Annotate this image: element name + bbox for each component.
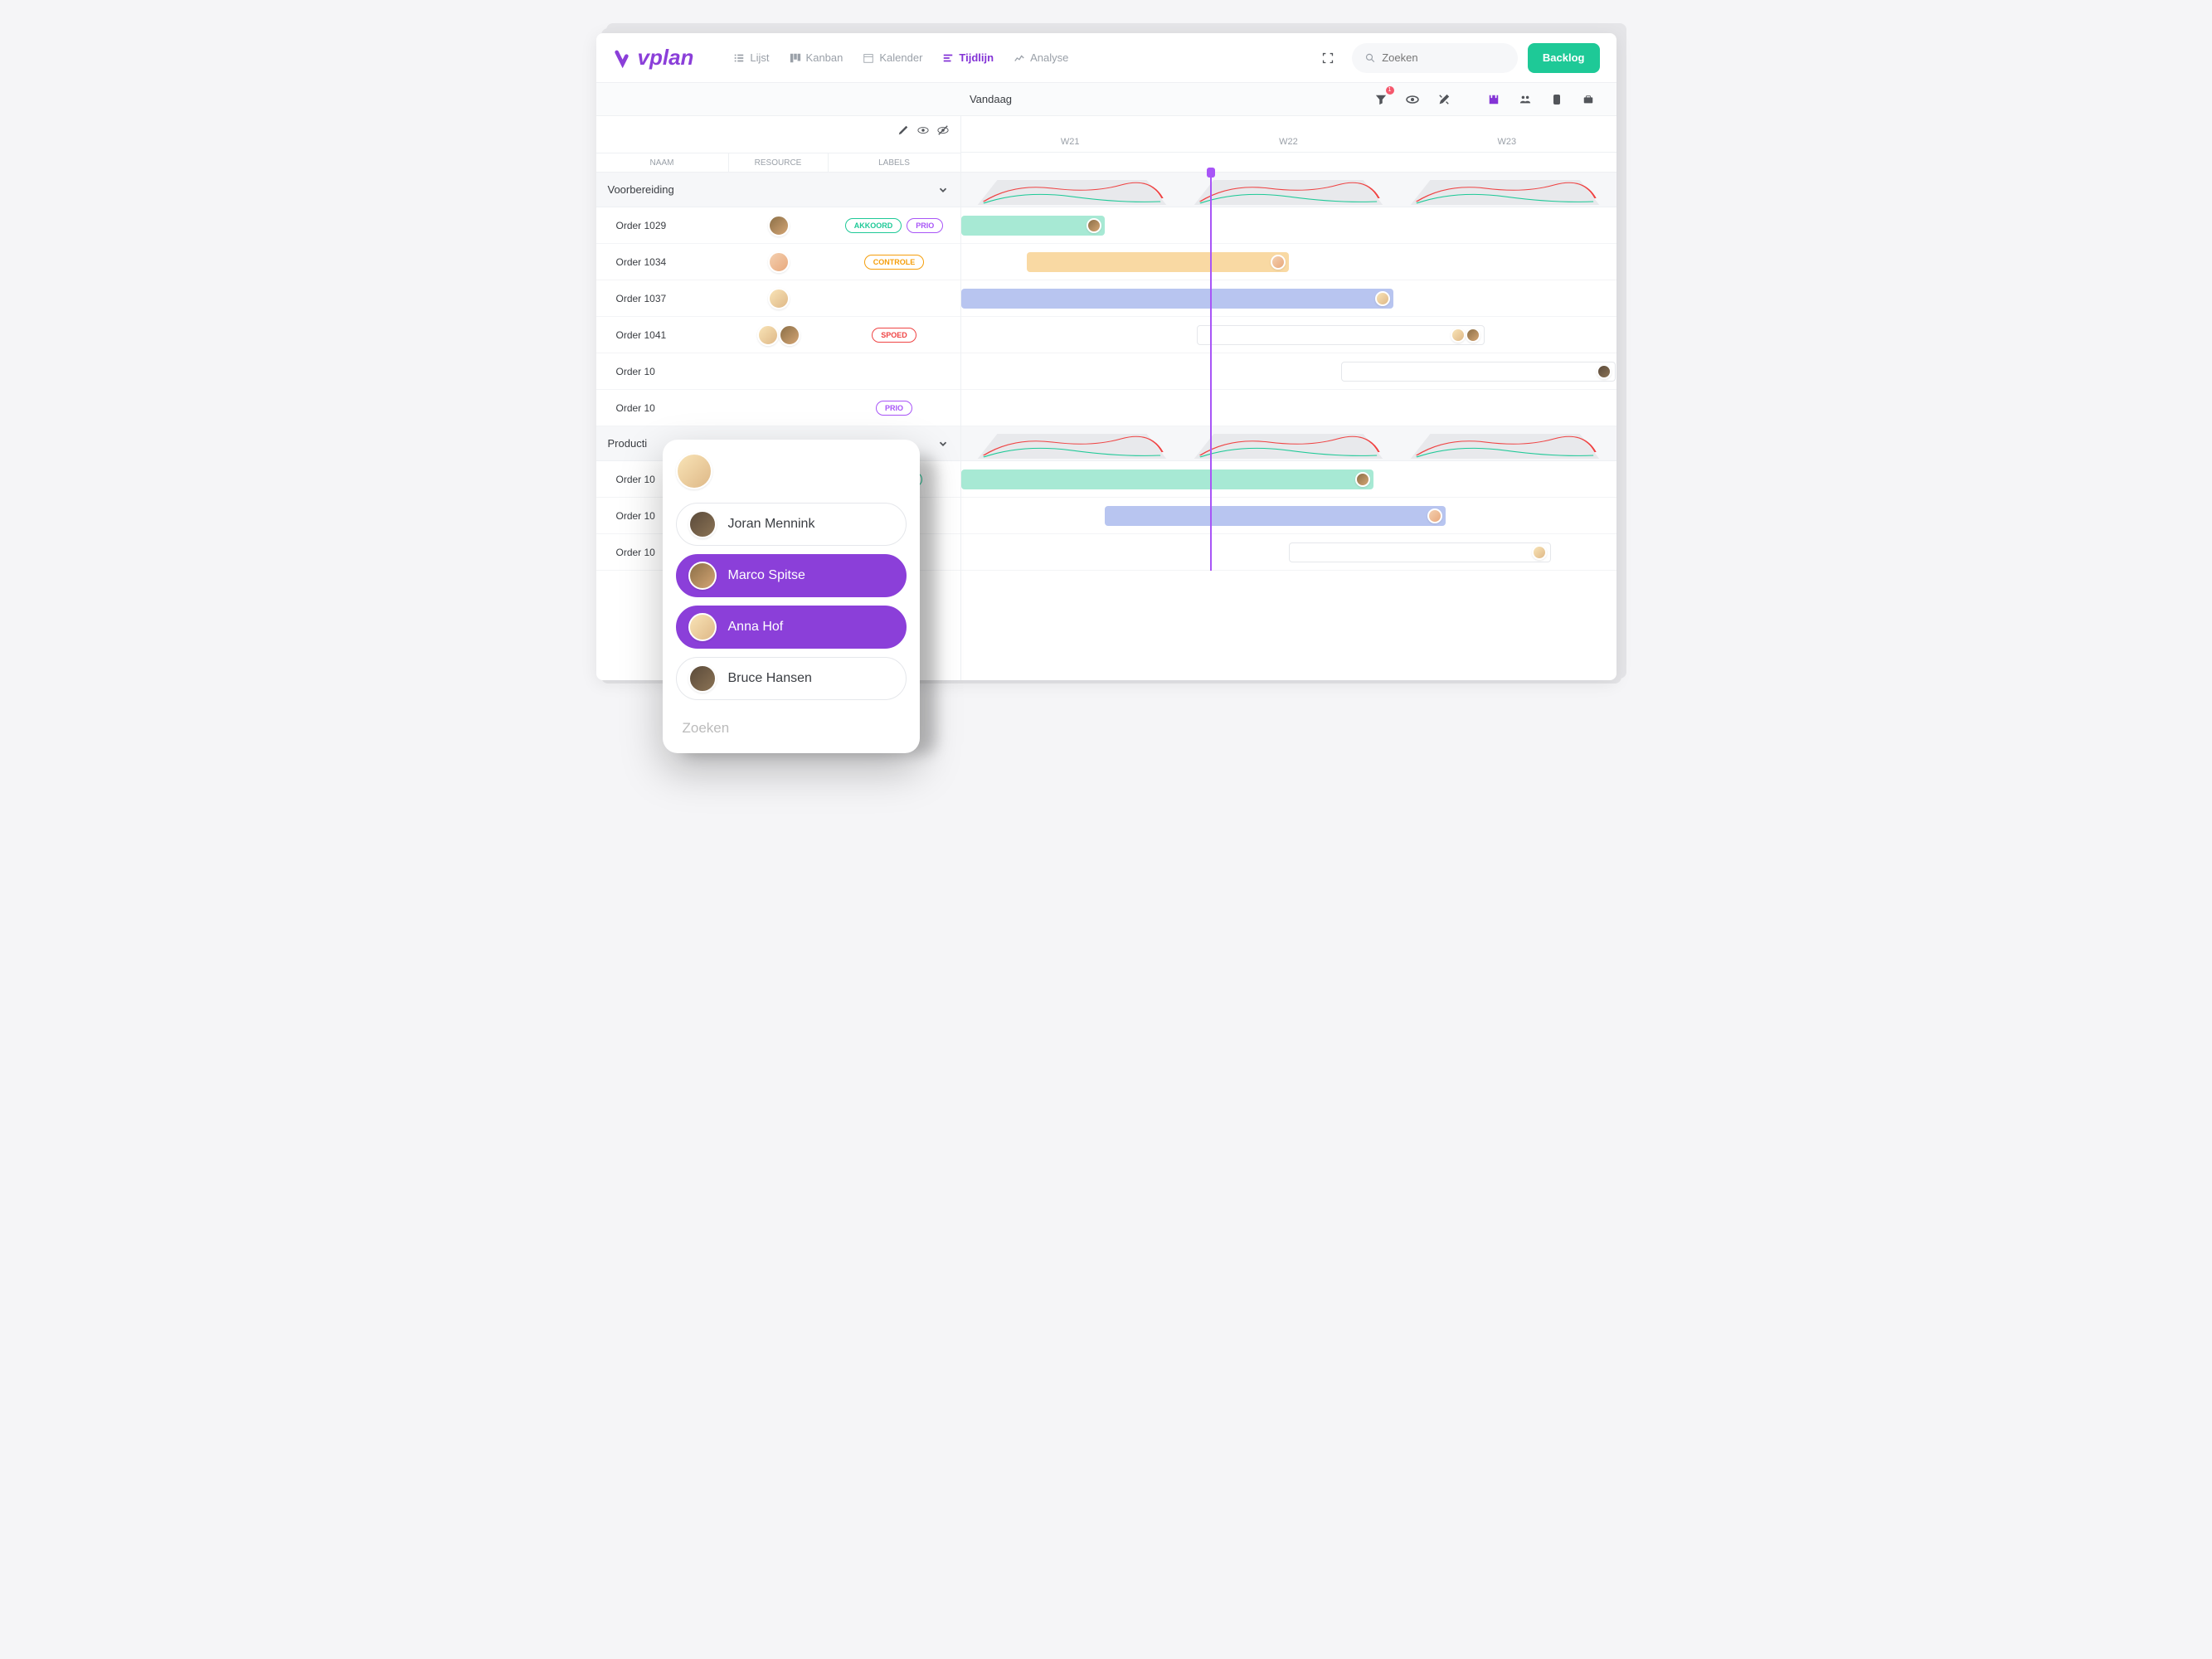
timeline-bar[interactable]: [1105, 506, 1446, 526]
search-icon: [1365, 52, 1375, 64]
briefcase-icon[interactable]: [1577, 88, 1600, 111]
timeline-row: [961, 461, 1616, 498]
week-header: W21: [961, 116, 1179, 152]
order-row[interactable]: Order 1034CONTROLE: [596, 244, 960, 280]
nav-analyse[interactable]: Analyse: [1014, 51, 1068, 64]
selected-avatar: [676, 453, 712, 489]
avatar: [768, 215, 790, 236]
avatar: [757, 324, 779, 346]
avatar: [768, 251, 790, 273]
nav-kanban[interactable]: Kanban: [790, 51, 843, 64]
resource-option[interactable]: Marco Spitse: [676, 554, 907, 597]
popover-search[interactable]: Zoeken: [676, 708, 907, 740]
timeline-row: [961, 280, 1616, 317]
col-header: RESOURCE: [729, 153, 829, 172]
timeline-bar[interactable]: [961, 289, 1393, 309]
timeline-bar[interactable]: [961, 469, 1374, 489]
col-header: LABELS: [829, 153, 960, 172]
nav-timeline[interactable]: Tijdlijn: [942, 51, 994, 64]
timeline-bar[interactable]: [1341, 362, 1616, 382]
timeline-row: [961, 534, 1616, 571]
timeline-row: [961, 353, 1616, 390]
group-header[interactable]: Voorbereiding: [596, 173, 960, 207]
resource-option[interactable]: Joran Mennink: [676, 503, 907, 546]
avatar: [768, 288, 790, 309]
label-pill: PRIO: [907, 218, 943, 233]
timeline-row: [961, 317, 1616, 353]
label-pill: SPOED: [872, 328, 916, 343]
nav-calendar[interactable]: Kalender: [863, 51, 922, 64]
order-row[interactable]: Order 1041SPOED: [596, 317, 960, 353]
timeline-bar[interactable]: [1289, 542, 1551, 562]
avatar: [688, 664, 717, 693]
search-input[interactable]: [1382, 51, 1505, 64]
search-box[interactable]: [1352, 43, 1518, 73]
week-header: W23: [1398, 116, 1616, 152]
fullscreen-icon[interactable]: [1314, 44, 1342, 72]
avatar: [688, 562, 717, 590]
now-line: [1210, 173, 1212, 571]
timeline-row: [961, 207, 1616, 244]
chevron-down-icon: [937, 438, 949, 450]
week-header: W22: [1179, 116, 1398, 152]
label-pill: AKKOORD: [845, 218, 902, 233]
nav: Lijst Kanban Kalender Tijdlijn Analyse: [733, 51, 1068, 64]
avatar: [688, 613, 717, 641]
backlog-button[interactable]: Backlog: [1528, 43, 1600, 73]
filter-icon[interactable]: 1: [1369, 88, 1393, 111]
resource-picker-popover: Joran Mennink Marco Spitse Anna Hof Bruce H…: [663, 440, 920, 753]
timeline-row: [961, 498, 1616, 534]
users-icon[interactable]: [1514, 88, 1537, 111]
timeline: W21W22W23: [961, 116, 1616, 680]
avatar: [688, 510, 717, 538]
today-label[interactable]: Vandaag: [613, 93, 1369, 105]
label-pill: CONTROLE: [864, 255, 925, 270]
eye-icon[interactable]: [917, 124, 929, 136]
pencil-icon[interactable]: [897, 124, 909, 136]
eye-icon[interactable]: [1401, 88, 1424, 111]
logo: vplan: [613, 45, 694, 71]
nav-list[interactable]: Lijst: [733, 51, 769, 64]
resource-option[interactable]: Bruce Hansen: [676, 657, 907, 700]
toolbar: Vandaag 1: [596, 83, 1616, 116]
chevron-down-icon: [937, 184, 949, 196]
label-pill: PRIO: [876, 401, 912, 416]
order-row[interactable]: Order 1037: [596, 280, 960, 317]
tools-icon[interactable]: [1432, 88, 1456, 111]
timeline-bar[interactable]: [1027, 252, 1289, 272]
resource-option[interactable]: Anna Hof: [676, 606, 907, 649]
topbar: vplan Lijst Kanban Kalender Tijdlijn Analyse…: [596, 33, 1616, 83]
timeline-bar[interactable]: [1197, 325, 1485, 345]
tag-icon[interactable]: [1545, 88, 1568, 111]
puzzle-icon[interactable]: [1482, 88, 1505, 111]
order-row[interactable]: Order 10: [596, 353, 960, 390]
avatar: [779, 324, 800, 346]
order-row[interactable]: Order 10PRIO: [596, 390, 960, 426]
timeline-row: [961, 390, 1616, 426]
col-header: NAAM: [596, 153, 729, 172]
timeline-bar[interactable]: [961, 216, 1106, 236]
eye-slash-icon[interactable]: [937, 124, 949, 136]
timeline-row: [961, 244, 1616, 280]
order-row[interactable]: Order 1029AKKOORDPRIO: [596, 207, 960, 244]
